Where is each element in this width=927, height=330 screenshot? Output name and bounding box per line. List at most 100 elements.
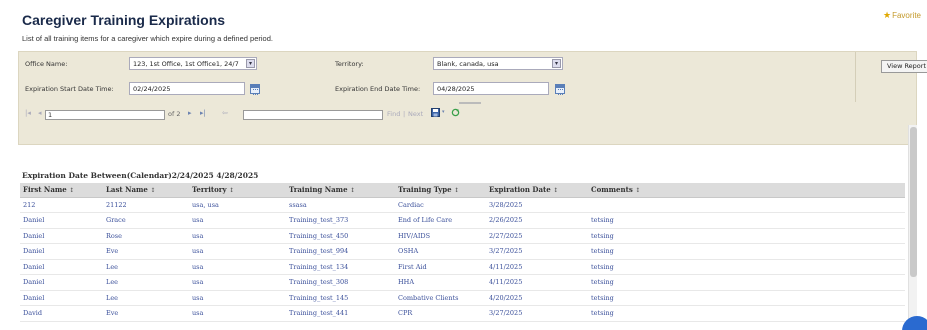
- calendar-icon[interactable]: [555, 84, 565, 95]
- table-row: Daniel Eve usa Training_test_994 OSHA 3/27/20…: [20, 243, 905, 260]
- territory-cell: usa: [189, 290, 286, 306]
- training-name-cell[interactable]: Training_test_441: [286, 305, 395, 322]
- next-page-button[interactable]: ▸: [188, 109, 192, 117]
- prev-page-button[interactable]: ◂: [38, 109, 42, 117]
- find-button[interactable]: Find: [387, 110, 400, 118]
- sort-icon[interactable]: ↕: [553, 187, 558, 194]
- toolbar-separator: |: [403, 110, 406, 118]
- table-row: Daniel Grace usa Training_test_373 End of Li…: [20, 212, 905, 229]
- page-number-input[interactable]: 1: [45, 110, 165, 120]
- last-name-cell: 21122: [103, 197, 189, 213]
- training-name-cell[interactable]: Training_test_373: [286, 212, 395, 229]
- training-type-cell: OSHA: [395, 243, 486, 260]
- first-name-cell: Daniel: [20, 228, 103, 244]
- training-table: First Name ↕ Last Name ↕ Territory ↕ Tra…: [20, 183, 905, 322]
- training-name-cell[interactable]: Training_test_145: [286, 290, 395, 306]
- report-toolbar: |◂ ◂ 1 of 2 ▸ ▸| ⇦ Find | Next ▾: [19, 106, 916, 122]
- table-row: Daniel Rose usa Training_test_450 HIV/AIDS 2/…: [20, 228, 905, 244]
- training-name-cell[interactable]: Training_test_308: [286, 274, 395, 291]
- training-type-cell: First Aid: [395, 259, 486, 275]
- panel-splitter[interactable]: [459, 102, 481, 104]
- favorite-label: Favorite: [892, 11, 921, 20]
- page-title: Caregiver Training Expirations: [22, 12, 226, 28]
- territory-cell: usa: [189, 212, 286, 229]
- expiration-date-cell: 4/11/2025: [486, 259, 588, 275]
- column-header-first-name[interactable]: First Name ↕: [20, 183, 103, 198]
- first-name-cell: Daniel: [20, 212, 103, 229]
- sort-icon[interactable]: ↕: [454, 187, 459, 194]
- start-date-value: 02/24/2025: [133, 85, 171, 93]
- calendar-icon[interactable]: [250, 84, 260, 95]
- last-name-cell: Eve: [103, 305, 189, 322]
- vertical-scrollbar[interactable]: [908, 125, 917, 330]
- first-name-cell: David: [20, 305, 103, 322]
- training-name-cell[interactable]: Training_test_994: [286, 243, 395, 260]
- back-button[interactable]: ⇦: [222, 109, 228, 117]
- column-header-expiration-date[interactable]: Expiration Date ↕: [486, 183, 588, 198]
- training-name-cell[interactable]: Training_test_134: [286, 259, 395, 275]
- column-header-comments[interactable]: Comments ↕: [588, 183, 905, 198]
- first-name-cell: Daniel: [20, 259, 103, 275]
- training-name-cell[interactable]: ssasa: [286, 197, 395, 213]
- comments-cell: tetsing: [588, 259, 905, 275]
- training-type-cell: End of Life Care: [395, 212, 486, 229]
- expiration-date-cell: 4/11/2025: [486, 274, 588, 291]
- last-name-cell: Lee: [103, 290, 189, 306]
- office-name-value: 123, 1st Office, 1st Office1, 24/7: [133, 60, 239, 68]
- territory-cell: usa: [189, 274, 286, 291]
- territory-cell: usa: [189, 243, 286, 260]
- page-count: of 2: [168, 110, 181, 118]
- page-description: List of all training items for a caregiv…: [22, 34, 273, 43]
- table-row: 212 21122 usa, usa ssasa Cardiac 3/28/2025: [20, 197, 905, 213]
- office-name-select[interactable]: 123, 1st Office, 1st Office1, 24/7 ▾: [129, 57, 257, 70]
- territory-label: Territory:: [335, 60, 364, 68]
- sort-icon[interactable]: ↕: [635, 187, 640, 194]
- chevron-down-icon[interactable]: ▾: [552, 59, 561, 68]
- end-date-input[interactable]: 04/28/2025: [433, 82, 549, 95]
- sort-icon[interactable]: ↕: [150, 187, 155, 194]
- end-date-label: Expiration End Date Time:: [335, 85, 421, 93]
- last-page-button[interactable]: ▸|: [200, 109, 206, 117]
- expiration-date-cell: 2/27/2025: [486, 228, 588, 244]
- refresh-icon[interactable]: [451, 108, 460, 119]
- sort-icon[interactable]: ↕: [229, 187, 234, 194]
- scrollbar-thumb[interactable]: [910, 127, 917, 277]
- first-page-button[interactable]: |◂: [25, 109, 31, 117]
- table-row: David Eve usa Training_test_441 CPR 3/27/2025…: [20, 305, 905, 322]
- expiration-date-cell: 3/28/2025: [486, 197, 588, 213]
- training-type-cell: HIV/AIDS: [395, 228, 486, 244]
- save-icon[interactable]: [431, 108, 440, 119]
- start-date-input[interactable]: 02/24/2025: [129, 82, 245, 95]
- find-input[interactable]: [243, 110, 383, 120]
- column-header-training-name[interactable]: Training Name ↕: [286, 183, 395, 198]
- table-row: Daniel Lee usa Training_test_145 Combative C…: [20, 290, 905, 306]
- territory-value: Blank, canada, usa: [437, 60, 499, 68]
- last-name-cell: Lee: [103, 259, 189, 275]
- column-header-territory[interactable]: Territory ↕: [189, 183, 286, 198]
- end-date-value: 04/28/2025: [437, 85, 475, 93]
- first-name-cell: Daniel: [20, 243, 103, 260]
- chevron-down-icon[interactable]: ▾: [246, 59, 255, 68]
- expiration-date-cell: 3/27/2025: [486, 243, 588, 260]
- column-header-last-name[interactable]: Last Name ↕: [103, 183, 189, 198]
- territory-cell: usa: [189, 305, 286, 322]
- comments-cell: tetsing: [588, 228, 905, 244]
- start-date-label: Expiration Start Date Time:: [25, 85, 114, 93]
- territory-select[interactable]: Blank, canada, usa ▾: [433, 57, 563, 70]
- territory-cell: usa: [189, 228, 286, 244]
- territory-cell: usa, usa: [189, 197, 286, 213]
- training-name-cell[interactable]: Training_test_450: [286, 228, 395, 244]
- export-dropdown-icon[interactable]: ▾: [442, 109, 445, 115]
- panel-divider: [855, 52, 856, 102]
- expiration-date-cell: 4/20/2025: [486, 290, 588, 306]
- favorite-link[interactable]: ★ Favorite: [883, 10, 921, 21]
- view-report-button[interactable]: View Report: [881, 60, 927, 73]
- first-name-cell: Daniel: [20, 290, 103, 306]
- find-next-button[interactable]: Next: [408, 110, 423, 118]
- sort-icon[interactable]: ↕: [350, 187, 355, 194]
- sort-icon[interactable]: ↕: [69, 187, 74, 194]
- column-header-training-type[interactable]: Training Type ↕: [395, 183, 486, 198]
- comments-cell: tetsing: [588, 212, 905, 229]
- office-name-label: Office Name:: [25, 60, 68, 68]
- chat-widget-button[interactable]: [902, 316, 927, 330]
